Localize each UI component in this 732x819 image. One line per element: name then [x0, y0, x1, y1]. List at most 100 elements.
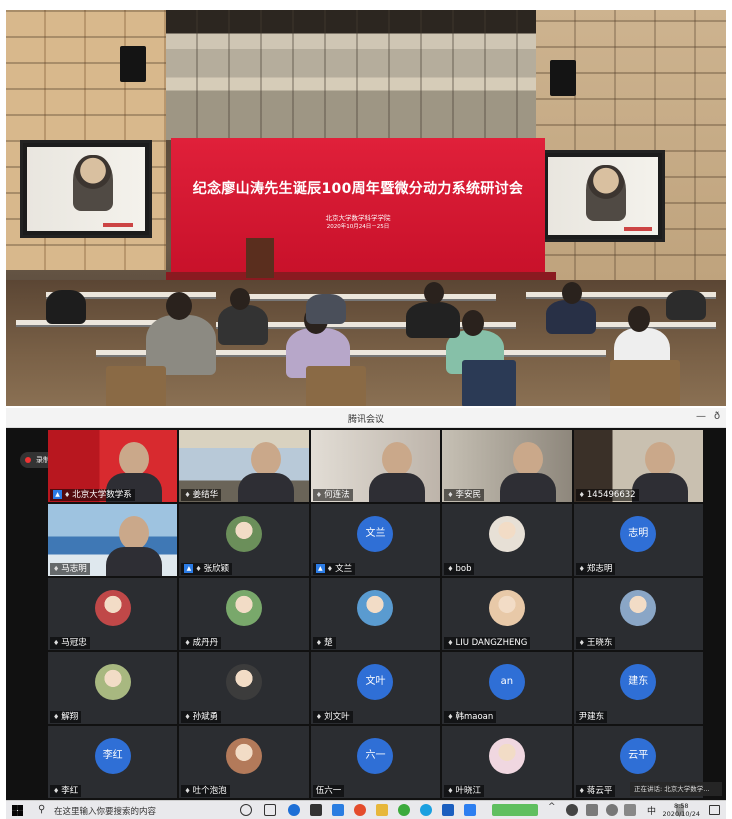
participant-name-label: ♦ 吐个泡泡 [181, 785, 230, 797]
participant-tile[interactable]: ♦ 马冠忠 [48, 578, 178, 650]
desk [246, 294, 496, 301]
attendee [546, 300, 596, 334]
qq-icon[interactable] [420, 804, 432, 816]
microphone-icon: ♦ [315, 713, 323, 721]
word-icon[interactable] [442, 804, 454, 816]
participant-photo-avatar [226, 664, 263, 701]
participant-name-label: 伍六一 [312, 785, 345, 797]
participant-name-label: ♦ 郑志明 [575, 563, 616, 575]
folder-icon[interactable] [376, 804, 388, 816]
participant-name: 王晓东 [586, 638, 613, 648]
chevron-up-icon[interactable]: ^ [548, 802, 556, 814]
attendee [666, 290, 706, 320]
participant-tile[interactable]: ▲ ♦ 北京大学数学系 [48, 430, 178, 502]
taskbar-search-box[interactable]: ⚲ 在这里输入你要搜索的内容 [34, 803, 224, 818]
participant-name-label: ♦ 成丹丹 [181, 637, 222, 649]
participant-initials-avatar: 文兰 [357, 516, 394, 553]
chair [106, 366, 166, 406]
participant-tile[interactable]: ♦ 吐个泡泡 [179, 726, 309, 798]
event-banner: 纪念廖山涛先生诞辰100周年暨微分动力系统研讨会 北京大学数学科学学院 2020… [171, 138, 545, 274]
participant-name: 李安民 [455, 490, 481, 500]
microphone-icon: ♦ [326, 565, 334, 573]
participant-tile[interactable]: ♦ 姜结华 [179, 430, 309, 502]
microphone-icon: ♦ [447, 787, 454, 795]
window-titlebar: 腾讯会议 — ð [6, 408, 726, 428]
battery-status-icon[interactable] [492, 804, 538, 816]
participant-name-label: ♦ 李红 [50, 785, 82, 797]
participant-tile[interactable]: ♦ 叶晓江 [442, 726, 572, 798]
banner-organizer: 北京大学数学科学学院 [325, 214, 391, 222]
pin-button[interactable]: ð [710, 411, 724, 422]
tencent-meeting-icon[interactable] [464, 804, 476, 816]
participant-tile[interactable]: ♦ 马志明 [48, 504, 178, 576]
participant-tile[interactable]: 六一 伍六一 [310, 726, 441, 798]
participant-tile[interactable]: 李红 ♦ 李红 [48, 726, 178, 798]
participant-tile[interactable]: ♦ 王晓东 [573, 578, 703, 650]
participant-tile[interactable]: an ♦ 韩maoan [442, 652, 572, 724]
participant-name: 叶晓江 [455, 786, 481, 796]
participant-tile[interactable]: ♦ bob [442, 504, 572, 576]
participant-tile[interactable]: ♦ 解翔 [48, 652, 178, 724]
participant-name-label: ♦ 马冠忠 [50, 637, 90, 649]
microphone-icon: ♦ [53, 787, 60, 795]
edge-browser-icon[interactable] [288, 804, 300, 816]
microphone-icon: ♦ [447, 565, 454, 573]
participant-name: 文兰 [335, 564, 353, 574]
participant-name-label: ♦ 叶晓江 [444, 785, 484, 797]
microphone-icon: ♦ [53, 639, 60, 647]
participant-tile[interactable]: ▲ ♦ 张欣颖 [179, 504, 309, 576]
participant-initials-avatar: 李红 [94, 738, 131, 775]
attendee [218, 305, 268, 345]
participant-name: 马冠忠 [61, 638, 87, 648]
participant-name-label: ♦ 145496632 [575, 489, 639, 501]
microphone-icon: ♦ [447, 639, 454, 647]
minimize-button[interactable]: — [694, 411, 708, 422]
microphone-icon: ♦ [53, 565, 60, 573]
participant-tile[interactable]: ♦ 145496632 [573, 430, 703, 502]
participant-name: 郑志明 [586, 564, 613, 574]
microphone-icon: ♦ [184, 639, 191, 647]
participant-name-label: ♦ 王晓东 [575, 637, 616, 649]
participant-name-label: ♦ 蒋云平 [575, 785, 616, 797]
security-icon[interactable] [566, 804, 578, 816]
participant-photo-avatar [226, 516, 263, 553]
participant-face [250, 441, 281, 476]
participant-initials-avatar: 志明 [620, 516, 657, 553]
host-user-icon: ▲ [53, 490, 62, 499]
participant-tile[interactable]: ♦ 孙斌勇 [179, 652, 309, 724]
notification-icon[interactable] [709, 805, 720, 815]
microphone-icon: ♦ [195, 565, 202, 573]
participant-tile[interactable]: 文兰 ▲ ♦ 文兰 [310, 504, 441, 576]
system-clock[interactable]: 8:58 2020/10/24 [663, 802, 700, 818]
participant-tile[interactable]: ♦ LIU DANGZHENG [442, 578, 572, 650]
keyboard-icon[interactable] [624, 804, 636, 816]
participant-tile[interactable]: 志明 ♦ 郑志明 [573, 504, 703, 576]
microphone-icon: ♦ [315, 639, 323, 647]
participant-name: 伍六一 [315, 786, 342, 796]
attendee [46, 290, 86, 324]
chrome-icon[interactable] [354, 804, 366, 816]
app-title: 腾讯会议 [347, 415, 384, 425]
microphone-icon: ♦ [447, 713, 454, 721]
participant-tile[interactable]: ♦ 何连法 [310, 430, 441, 502]
windows-start-icon[interactable] [12, 805, 23, 816]
windows-taskbar: ⚲ 在这里输入你要搜索的内容 ^ 中 8:58 2020/10/24 [6, 800, 726, 819]
participant-tile[interactable]: ♦ 楚 [310, 578, 441, 650]
cortana-icon[interactable] [240, 804, 252, 816]
banner-title: 纪念廖山涛先生诞辰100周年暨微分动力系统研讨会 [192, 181, 524, 197]
participant-tile[interactable]: 建东 尹建东 [573, 652, 703, 724]
network-icon[interactable] [586, 804, 598, 816]
participant-tile[interactable]: ♦ 成丹丹 [179, 578, 309, 650]
task-view-icon[interactable] [264, 804, 276, 816]
mail-icon[interactable] [332, 804, 344, 816]
wechat-icon[interactable] [398, 804, 410, 816]
store-icon[interactable] [310, 804, 322, 816]
volume-icon[interactable] [606, 804, 618, 816]
participant-tile[interactable]: ♦ 李安民 [442, 430, 572, 502]
participant-photo-avatar [94, 590, 131, 627]
participant-name-label: ♦ 楚 [312, 637, 336, 649]
attendee [406, 302, 460, 338]
input-method-indicator[interactable]: 中 [647, 804, 656, 817]
participant-tile[interactable]: 文叶 ♦ 刘文叶 [310, 652, 441, 724]
participant-initials-avatar: an [488, 664, 525, 701]
